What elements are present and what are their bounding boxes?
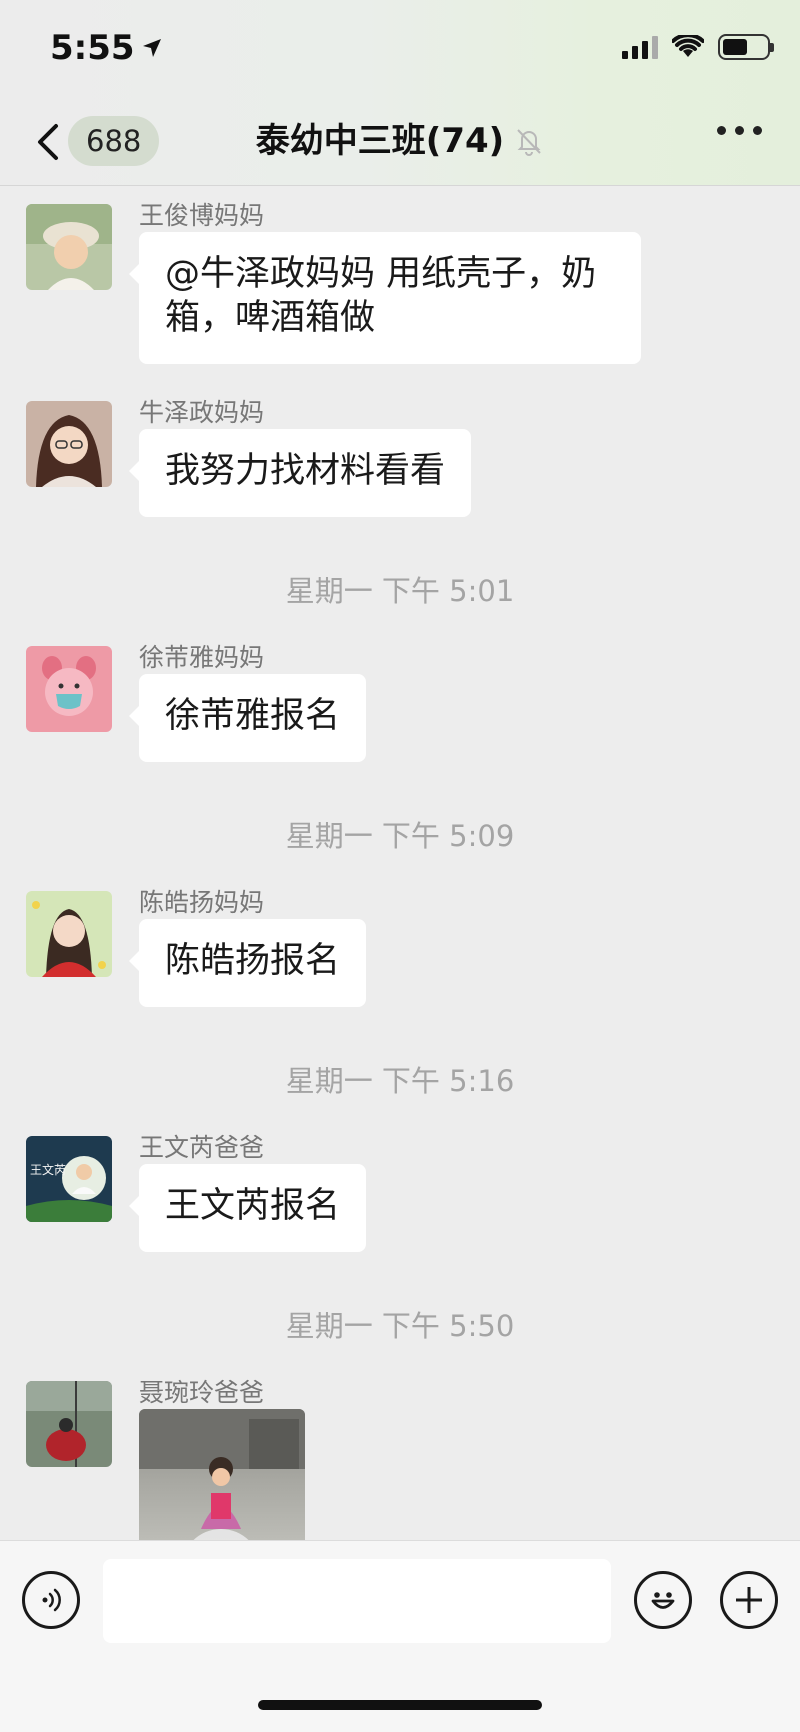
sender-name: 陈皓扬妈妈 — [139, 888, 265, 917]
header: 5:55 688 泰幼中三班(74) — [0, 0, 800, 186]
avatar[interactable] — [26, 891, 112, 977]
home-indicator — [258, 1700, 542, 1710]
message-bubble[interactable]: @牛泽政妈妈 用纸壳子，奶 箱，啤酒箱做 — [129, 232, 641, 364]
message-text: 我努力找材料看看 — [165, 451, 446, 491]
status-time-text: 5:55 — [50, 28, 135, 68]
timestamp: 星期一 下午 5:01 — [285, 574, 515, 608]
avatar[interactable] — [26, 1381, 112, 1467]
avatar[interactable] — [26, 646, 112, 732]
sender-name: 聂琬玲爸爸 — [139, 1378, 265, 1407]
message-bubble[interactable]: 徐芾雅报名 — [128, 674, 367, 762]
sender-name: 王文芮爸爸 — [139, 1133, 265, 1162]
message-text: 王文芮报名 — [165, 1186, 341, 1226]
name-card-text: 王文芮 — [30, 1162, 66, 1177]
voice-icon — [42, 1588, 61, 1612]
chat-title-text: 泰幼中三班(74) — [255, 121, 505, 161]
avatar[interactable]: 王文芮 — [26, 1136, 112, 1222]
avatar[interactable] — [26, 401, 112, 487]
timestamp: 星期一 下午 5:16 — [285, 1064, 515, 1098]
sender-name: 徐芾雅妈妈 — [139, 643, 265, 672]
unread-count-badge[interactable]: 688 — [68, 116, 160, 166]
sender-name: 王俊博妈妈 — [139, 201, 265, 230]
more-actions-button[interactable] — [720, 1571, 778, 1629]
message-bubble[interactable]: 王文芮报名 — [128, 1164, 367, 1252]
message-input[interactable] — [103, 1559, 611, 1643]
back-chevron-icon[interactable] — [32, 122, 62, 162]
message-bubble[interactable]: 我努力找材料看看 — [128, 429, 472, 517]
timestamp: 星期一 下午 5:09 — [285, 819, 515, 853]
cellular-signal-icon — [622, 35, 658, 59]
emoji-button[interactable] — [634, 1571, 692, 1629]
message-text-line: 箱，啤酒箱做 — [165, 298, 376, 338]
message-text: 徐芾雅报名 — [165, 696, 341, 736]
mute-bell-icon — [517, 129, 541, 156]
voice-input-button[interactable] — [22, 1571, 80, 1629]
message-text: 陈皓扬报名 — [165, 941, 341, 981]
timestamp: 星期一 下午 5:50 — [285, 1309, 515, 1343]
message-bubble[interactable]: 陈皓扬报名 — [128, 919, 367, 1007]
status-indicators — [622, 34, 774, 60]
avatar[interactable] — [26, 204, 112, 290]
plus-icon — [736, 1587, 762, 1613]
wifi-icon — [672, 35, 704, 57]
battery-icon — [718, 34, 774, 60]
emoji-icon — [651, 1592, 675, 1609]
more-options-icon[interactable] — [717, 126, 762, 135]
sender-name: 牛泽政妈妈 — [139, 398, 265, 427]
status-time: 5:55 — [50, 28, 163, 68]
message-text-line: @牛泽政妈妈 用纸壳子，奶 — [165, 254, 597, 294]
location-arrow-icon — [142, 39, 161, 57]
